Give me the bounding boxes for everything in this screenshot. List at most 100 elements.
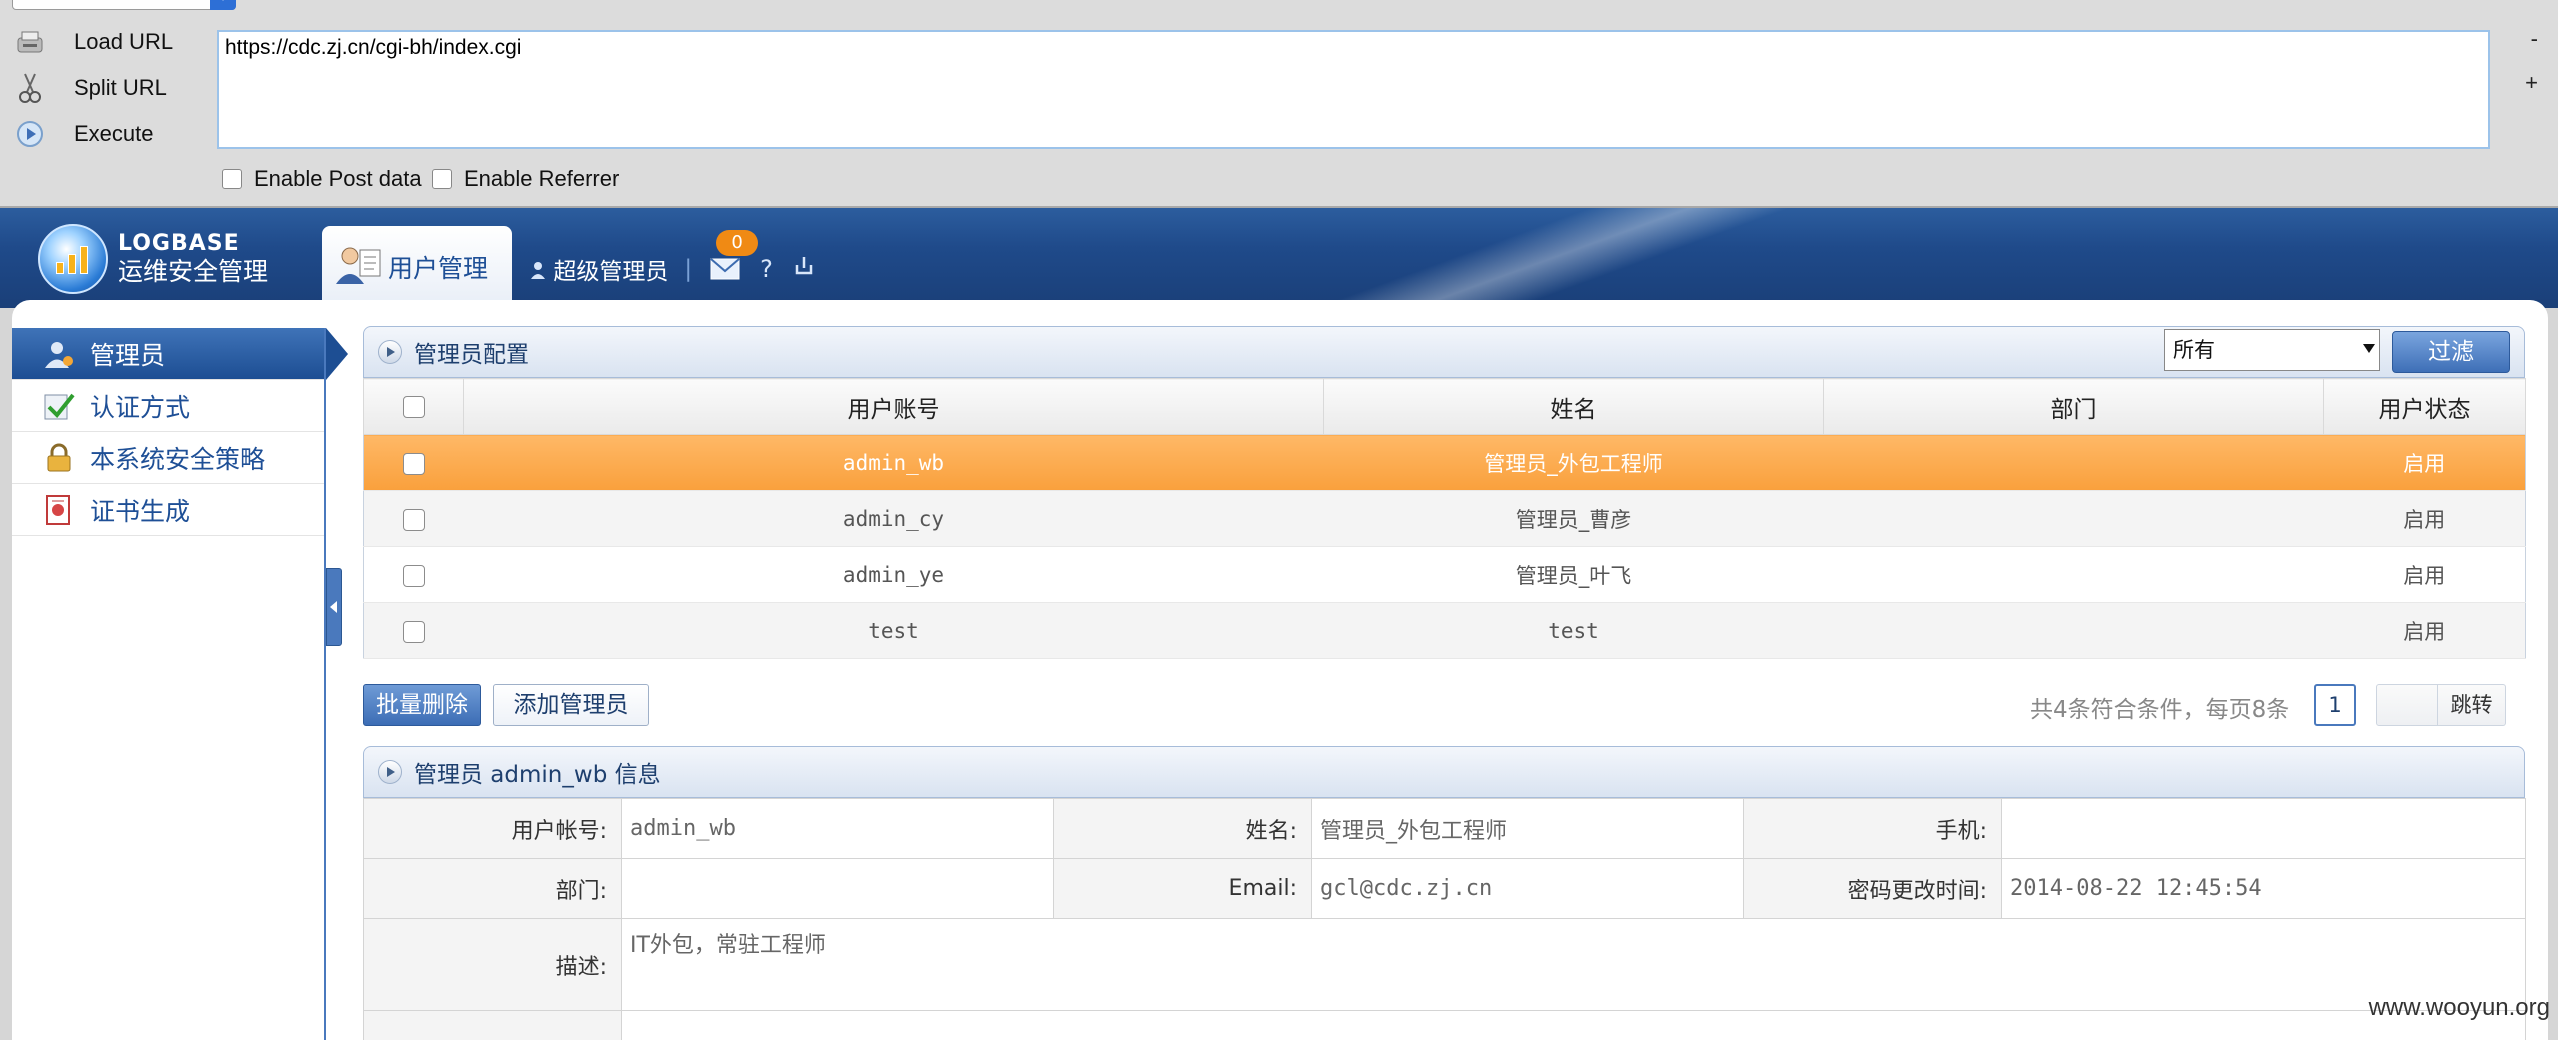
- hackbar-toolbar: ▾ Load URL Split URL Execute https://cdc…: [0, 0, 2558, 208]
- split-url-label: Split URL: [74, 75, 167, 100]
- admin-info-title: 管理员 admin_wb 信息: [414, 762, 661, 788]
- scissors-icon: [14, 72, 46, 104]
- super-admin-link[interactable]: 超级管理员: [530, 252, 668, 286]
- sidebar-item-label: 本系统安全策略: [90, 444, 266, 474]
- expand-arrow-icon[interactable]: [378, 340, 402, 364]
- col-header-account[interactable]: 用户账号: [463, 378, 1324, 435]
- enable-referrer-label: Enable Referrer: [464, 166, 620, 191]
- execute-button[interactable]: Execute: [14, 114, 214, 154]
- sidebar-item-security-policy[interactable]: 本系统安全策略: [12, 432, 326, 484]
- value-description: IT外包，常驻工程师: [621, 918, 2526, 1011]
- jump-page-input[interactable]: [2376, 684, 2438, 726]
- sidebar-item-certificate[interactable]: 证书生成: [12, 484, 326, 536]
- person-icon: [530, 259, 553, 285]
- sidebar-item-auth[interactable]: 认证方式: [12, 380, 326, 432]
- label-cutoff: [363, 1010, 622, 1040]
- lock-icon: [42, 441, 76, 475]
- checkbox-box[interactable]: [432, 169, 452, 189]
- value-email: gcl@cdc.zj.cn: [1311, 858, 1744, 919]
- load-url-icon: [14, 26, 46, 58]
- add-admin-button[interactable]: 添加管理员: [493, 684, 649, 726]
- cell-status: 启用: [2323, 434, 2526, 491]
- label-dept: 部门:: [363, 858, 622, 919]
- cell-name: test: [1323, 602, 1824, 659]
- select-all-header: [363, 378, 464, 435]
- label-description: 描述:: [363, 918, 622, 1011]
- value-account: admin_wb: [621, 798, 1054, 859]
- table-row[interactable]: admin_cy 管理员_曹彦 启用: [363, 490, 2526, 547]
- mail-button[interactable]: 0: [708, 230, 759, 284]
- tab-user-management-label: 用户管理: [388, 254, 489, 283]
- select-all-checkbox[interactable]: [402, 396, 425, 418]
- sidebar: 管理员 认证方式 本系统安全策略 证书生成: [12, 328, 348, 1040]
- sidebar-item-admin[interactable]: 管理员: [12, 328, 348, 380]
- col-header-dept[interactable]: 部门: [1823, 378, 2324, 435]
- cell-name: 管理员_外包工程师: [1323, 434, 1824, 491]
- value-cutoff: [621, 1010, 2526, 1040]
- logout-icon[interactable]: [793, 255, 815, 283]
- execute-label: Execute: [74, 121, 154, 146]
- row-checkbox[interactable]: [402, 564, 425, 587]
- cell-account: admin_ye: [463, 546, 1324, 603]
- expand-arrow-icon[interactable]: [378, 760, 402, 784]
- help-icon[interactable]: ?: [760, 255, 773, 283]
- cell-account: admin_cy: [463, 490, 1324, 547]
- admin-user-icon: [42, 337, 76, 371]
- app-header: LOGBASE 运维安全管理 用户管理 超级管理员 | 0 ?: [0, 208, 2558, 308]
- url-textarea[interactable]: https://cdc.zj.cn/cgi-bh/index.cgi: [217, 30, 2490, 149]
- cell-status: 启用: [2323, 490, 2526, 547]
- table-row[interactable]: test test 启用: [363, 602, 2526, 659]
- sidebar-collapse-toggle[interactable]: [326, 568, 342, 646]
- col-header-status[interactable]: 用户状态: [2323, 378, 2526, 435]
- cell-account: admin_wb: [463, 434, 1324, 491]
- hackbar-top-select[interactable]: ▾: [12, 0, 236, 10]
- tab-user-management[interactable]: 用户管理: [322, 226, 512, 308]
- nav-separator: |: [684, 256, 693, 282]
- chevron-down-icon[interactable]: ▾: [210, 0, 236, 10]
- split-url-button[interactable]: Split URL: [14, 68, 214, 108]
- auth-check-icon: [42, 389, 76, 423]
- sidebar-divider: [324, 328, 326, 1040]
- certificate-icon: [42, 493, 76, 527]
- load-url-label: Load URL: [74, 29, 174, 54]
- status-filter-select[interactable]: 所有: [2164, 329, 2380, 371]
- sidebar-item-label: 证书生成: [90, 496, 191, 526]
- logo-title: LOGBASE: [118, 231, 240, 256]
- shrink-button[interactable]: -: [2531, 26, 2538, 52]
- watermark: www.wooyun.org: [2368, 994, 2550, 1021]
- expand-button[interactable]: +: [2525, 70, 2538, 96]
- label-email: Email:: [1053, 858, 1312, 919]
- logbase-logo: LOGBASE 运维安全管理: [38, 224, 268, 294]
- cell-dept: [1823, 546, 2324, 603]
- checkbox-box[interactable]: [222, 169, 242, 189]
- envelope-icon: [710, 258, 740, 280]
- jump-button[interactable]: 跳转: [2438, 684, 2506, 726]
- col-header-name[interactable]: 姓名: [1323, 378, 1824, 435]
- play-icon: [14, 118, 46, 150]
- row-checkbox[interactable]: [402, 620, 425, 643]
- mail-count-badge: 0: [716, 230, 759, 256]
- super-admin-label: 超级管理员: [553, 259, 669, 285]
- filter-select-value: 所有: [2173, 338, 2215, 362]
- value-name: 管理员_外包工程师: [1311, 798, 1744, 859]
- table-row[interactable]: admin_ye 管理员_叶飞 启用: [363, 546, 2526, 603]
- admin-table: 用户账号 姓名 部门 用户状态 admin_wb 管理员_外包工程师 启用 ad…: [363, 378, 2526, 659]
- load-url-button[interactable]: Load URL: [14, 22, 214, 62]
- table-row[interactable]: admin_wb 管理员_外包工程师 启用: [363, 434, 2526, 491]
- cell-dept: [1823, 434, 2324, 491]
- row-checkbox[interactable]: [402, 508, 425, 531]
- cell-status: 启用: [2323, 602, 2526, 659]
- filter-button[interactable]: 过滤: [2392, 331, 2510, 373]
- cell-account: test: [463, 602, 1324, 659]
- enable-post-label: Enable Post data: [254, 166, 422, 191]
- label-account: 用户帐号:: [363, 798, 622, 859]
- page-number-button[interactable]: 1: [2314, 684, 2356, 726]
- chevron-down-icon[interactable]: [2363, 344, 2375, 353]
- batch-delete-button[interactable]: 批量删除: [363, 684, 481, 726]
- pager-summary: 共4条符合条件，每页8条: [2030, 697, 2290, 723]
- enable-referrer-checkbox[interactable]: Enable Referrer: [432, 166, 619, 192]
- row-checkbox[interactable]: [402, 452, 425, 475]
- sidebar-item-label: 管理员: [90, 340, 166, 370]
- admin-info-table: 用户帐号: admin_wb 姓名: 管理员_外包工程师 手机: 部门: Ema…: [363, 798, 2526, 1040]
- enable-post-checkbox[interactable]: Enable Post data: [222, 166, 422, 192]
